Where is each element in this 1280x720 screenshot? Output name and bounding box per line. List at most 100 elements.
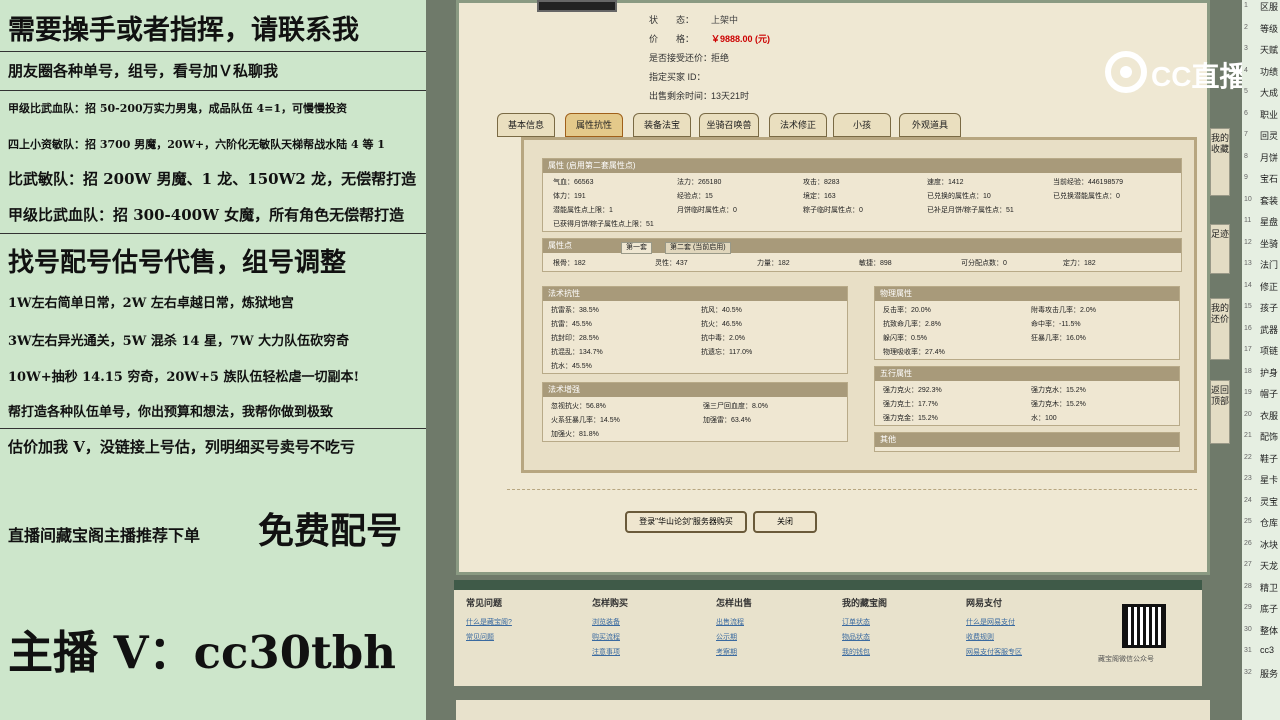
footer-link[interactable]: 注意事项 [592, 645, 628, 660]
footer-link[interactable]: 浏览装备 [592, 615, 628, 630]
footer-link[interactable]: 订单状态 [842, 615, 887, 630]
footer-link[interactable]: 收费规则 [966, 630, 1022, 645]
attr-value: 粽子临时属性点：0 [803, 207, 863, 214]
side-list-item: 仓库 [1260, 518, 1279, 528]
overlay-line: 3W左右异光通关，5W 混杀 14 星，7W 大力队伍砍穷奇 [8, 334, 350, 349]
points-tab-1[interactable]: 第一套 [621, 242, 652, 254]
five-box: 五行属性 强力克火：292.3% 强力克水：15.2% 强力克土：17.7% 强力克木：… [874, 366, 1180, 426]
resist-value: 抗水：45.5% [551, 363, 592, 370]
phys-value: 附毒攻击几率：2.0% [1031, 307, 1096, 314]
attr-value: 速度：1412 [927, 179, 964, 186]
time-value: 13天21时 [711, 91, 750, 101]
tab-equipment[interactable]: 装备法宝 [633, 113, 691, 137]
footer-link[interactable]: 物品状态 [842, 630, 887, 645]
boost-value: 强三尸回血度：8.0% [703, 403, 768, 410]
side-list-item: 星卡 [1260, 475, 1279, 485]
overlay-line: 比武敏队：招 200W 男魔、1 龙、150W2 龙，无偿帮打造 [8, 170, 417, 188]
phys-value: 抗致命几率：2.8% [883, 321, 941, 328]
footer-link[interactable]: 网易支付客服专区 [966, 645, 1022, 660]
phys-value: 命中率：-11.5% [1031, 321, 1081, 328]
back-to-top-button[interactable]: 返回顶部 [1210, 380, 1230, 444]
resist-value: 抗火：46.5% [701, 321, 742, 328]
resist-value: 抗封印：28.5% [551, 335, 599, 342]
footer-column: 怎样出售出售流程 公示期 考察期 [716, 596, 752, 660]
row-number: 11 [1244, 217, 1252, 224]
footprint-button[interactable]: 足迹 [1210, 224, 1230, 274]
attr-value: 法力：265180 [677, 179, 722, 186]
row-number: 29 [1244, 604, 1252, 611]
overlay-line: 需要操手或者指挥，请联系我 [8, 15, 359, 46]
row-number: 9 [1244, 174, 1248, 181]
row-number: 4 [1244, 66, 1248, 74]
tab-children[interactable]: 小孩 [833, 113, 891, 137]
footer-link[interactable]: 我的钱包 [842, 645, 887, 660]
my-bargain-button[interactable]: 我的还价 [1210, 298, 1230, 360]
resist-value: 抗混乱：134.7% [551, 349, 603, 356]
resist-box: 法术抗性 抗雷系：38.5% 抗风：40.5% 抗雷：45.5% 抗火：46.5% 抗封印… [542, 286, 848, 374]
server-buy-button[interactable]: 登录"华山论剑"服务器购买 [625, 511, 747, 533]
footer-link[interactable]: 购买流程 [592, 630, 628, 645]
tab-appearance[interactable]: 外观道具 [899, 113, 961, 137]
tab-mounts[interactable]: 坐骑召唤兽 [699, 113, 759, 137]
price-label: 价 格： [649, 34, 695, 44]
row-number: 5 [1244, 88, 1248, 95]
close-button[interactable]: 关闭 [753, 511, 817, 533]
qr-label: 藏宝阁微信公众号 [1098, 656, 1154, 663]
boost-value: 忽视抗火：56.8% [551, 403, 606, 410]
row-number: 25 [1244, 518, 1252, 525]
row-number: 13 [1244, 260, 1252, 267]
status-label: 状 态： [649, 15, 695, 25]
side-list-item: 冰块 [1260, 539, 1279, 550]
row-number: 20 [1244, 410, 1252, 418]
row-number: 6 [1244, 109, 1248, 117]
side-list-item: 精卫 [1260, 582, 1279, 593]
row-number: 31 [1244, 647, 1252, 654]
side-list-item: 月饼 [1260, 152, 1279, 163]
boost-title: 法术增强 [543, 383, 847, 397]
row-number: 28 [1244, 582, 1252, 590]
footer-title: 怎样出售 [716, 598, 753, 608]
footer-title: 我的藏宝阁 [842, 598, 888, 608]
divider [0, 233, 426, 234]
price-value: ￥9888.00 (元) [711, 34, 771, 44]
five-title: 五行属性 [875, 367, 1179, 381]
footer-link[interactable]: 什么是藏宝阁? [466, 615, 512, 630]
boost-box: 法术增强 忽视抗火：56.8% 强三尸回血度：8.0% 火系狂暴几率：14.5% 加强雷… [542, 382, 848, 442]
favorites-button[interactable]: 我的收藏 [1210, 128, 1230, 196]
footer-link[interactable]: 考察期 [716, 645, 752, 660]
side-list-item: 宝石 [1260, 174, 1279, 184]
side-list-item: 衣服 [1260, 410, 1279, 421]
footer-title: 怎样购买 [592, 598, 629, 608]
attr-value: 经验点：15 [677, 193, 713, 200]
row-number: 15 [1244, 303, 1252, 310]
status-row: 状 态： 上架中 [649, 13, 738, 26]
side-list-item: 灵宝 [1260, 496, 1279, 507]
points-tab-2[interactable]: 第二套 (当前启用) [665, 242, 731, 254]
status-value: 上架中 [711, 15, 739, 25]
side-list-item: 法门 [1260, 260, 1279, 270]
footer-link[interactable]: 常见问题 [466, 630, 512, 645]
five-value: 水：100 [1031, 415, 1057, 422]
point-value: 力量：182 [757, 260, 790, 267]
side-list-item: 帽子 [1260, 389, 1279, 399]
resist-value: 抗遗忘：117.0% [701, 349, 753, 356]
time-label: 出售剩余时间： [649, 91, 713, 101]
tab-basic[interactable]: 基本信息 [497, 113, 555, 137]
side-list-item: 服务 [1260, 668, 1279, 679]
attr-value: 境定：163 [803, 193, 836, 200]
attr-box: 属性 (启用第二套属性点) 气血：66563 法力：265180 攻击：8283 速度… [542, 158, 1182, 232]
point-value: 根骨：182 [553, 260, 586, 267]
divider [0, 428, 426, 429]
tab-spells[interactable]: 法术修正 [769, 113, 827, 137]
footer-link[interactable]: 出售流程 [716, 615, 752, 630]
tab-attributes[interactable]: 属性抗性 [565, 113, 623, 137]
footer-link[interactable]: 公示期 [716, 630, 752, 645]
five-value: 强力克水：15.2% [1031, 387, 1086, 394]
five-value: 强力克金：15.2% [883, 415, 938, 422]
overlay-highlight: 免费配号 [258, 510, 403, 552]
price-row: 价 格： ￥9888.00 (元) [649, 32, 770, 45]
point-value: 定力：182 [1063, 260, 1096, 267]
divider [0, 90, 426, 91]
footer-link[interactable]: 什么是网易支付 [966, 615, 1022, 630]
footer-column: 怎样购买浏览装备 购买流程 注意事项 [592, 596, 628, 660]
